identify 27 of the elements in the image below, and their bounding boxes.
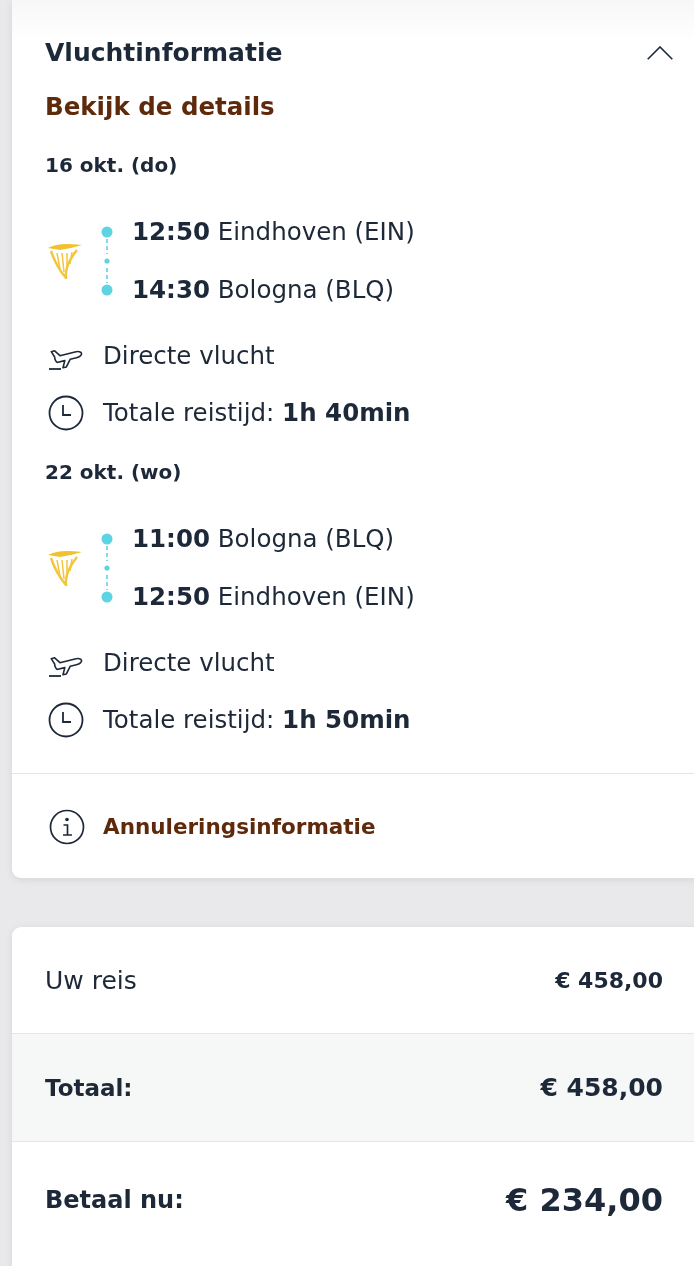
flight-type: Directe vlucht: [103, 340, 275, 372]
flight-stop: 12:50 Eindhoven (EIN): [132, 216, 415, 248]
price-amount: € 234,00: [506, 1181, 663, 1219]
price-amount: € 458,00: [540, 1073, 663, 1102]
flight-stop: 11:00 Bologna (BLQ): [132, 523, 396, 555]
chevron-up-icon[interactable]: [647, 46, 673, 60]
route-timeline-drawing: [101, 533, 113, 603]
price-label: Uw reis: [45, 965, 137, 995]
flight-date: 16 okt. (do): [45, 152, 179, 178]
travel-duration: Totale reistijd: 1h 50min: [103, 704, 411, 736]
harp-icon: [47, 550, 83, 586]
price-amount: € 458,00: [555, 967, 663, 993]
travel-duration: Totale reistijd: 1h 40min: [103, 397, 411, 429]
price-label: Totaal:: [45, 1074, 133, 1101]
cancellation-link[interactable]: Annuleringsinformatie: [103, 812, 376, 842]
clock-icon: [48, 395, 84, 431]
flight-date: 22 okt. (wo): [45, 459, 183, 485]
price-label: Betaal nu:: [45, 1186, 184, 1214]
section-title: Vluchtinformatie: [45, 37, 283, 69]
flight-stop: 14:30 Bologna (BLQ): [132, 274, 396, 306]
harp-icon: [47, 243, 83, 279]
info-icon: [49, 809, 85, 845]
route-timeline-drawing: [101, 226, 113, 296]
clock-icon: [48, 702, 84, 738]
details-link[interactable]: Bekijk de details: [45, 90, 275, 124]
flight-type: Directe vlucht: [103, 647, 275, 679]
flight-stop: 12:50 Eindhoven (EIN): [132, 581, 415, 613]
